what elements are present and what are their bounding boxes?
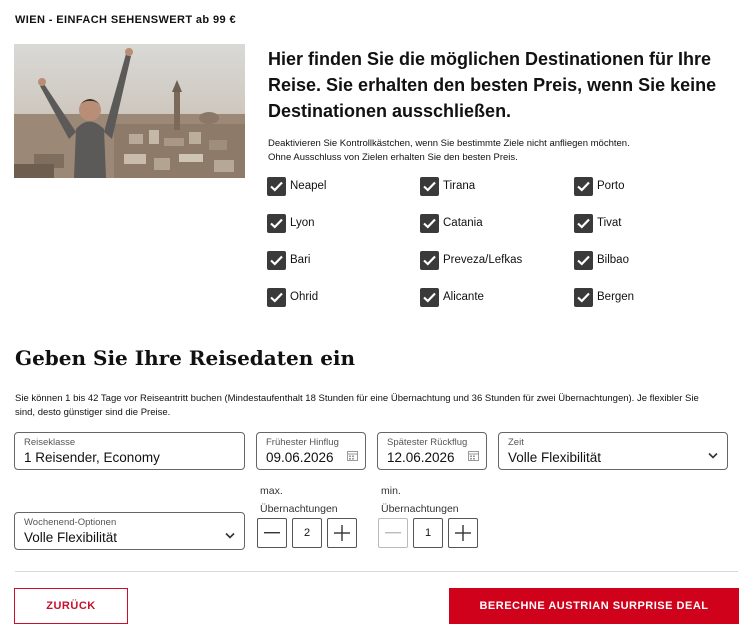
intro-heading: Hier finden Sie die möglichen Destinatio… — [268, 49, 717, 121]
destination-label: Tirana — [443, 180, 476, 192]
wochenend-optionen-select[interactable]: Wochenend-Optionen Volle Flexibilität — [14, 512, 245, 550]
zeit-select[interactable]: Zeit Volle Flexibilität — [498, 432, 728, 470]
intro-description-line2: Ohne Ausschluss von Zielen erhalten Sie … — [268, 152, 518, 163]
checkbox-checked-icon[interactable] — [420, 287, 439, 307]
plus-icon — [455, 525, 471, 541]
divider — [15, 571, 738, 572]
checkbox-checked-icon[interactable] — [420, 176, 439, 196]
chevron-down-icon — [708, 446, 718, 464]
checkbox-checked-icon[interactable] — [420, 213, 439, 233]
intro-description: Deaktivieren Sie Kontrollkästchen, wenn … — [268, 137, 738, 165]
destination-label: Porto — [597, 180, 625, 192]
max-nights-label: max. Übernachtungen — [260, 482, 338, 518]
destination-porto[interactable]: Porto — [574, 176, 625, 196]
destination-label: Bergen — [597, 291, 635, 303]
minus-icon — [385, 532, 401, 534]
zeit-value: Volle Flexibilität — [508, 450, 602, 465]
checkbox-checked-icon[interactable] — [574, 250, 593, 270]
max-nights-label-line1: max. — [260, 485, 283, 497]
max-nights-label-line2: Übernachtungen — [260, 503, 338, 515]
max-nights-increment-button[interactable] — [327, 518, 357, 548]
destination-bari[interactable]: Bari — [267, 250, 310, 270]
rueckflug-date-input[interactable]: Spätester Rückflug 12.06.2026 — [377, 432, 487, 470]
intro-description-line1: Deaktivieren Sie Kontrollkästchen, wenn … — [268, 138, 630, 149]
destination-label: Bilbao — [597, 254, 629, 266]
destination-bilbao[interactable]: Bilbao — [574, 250, 629, 270]
max-nights-decrement-button[interactable] — [257, 518, 287, 548]
min-nights-label-line1: min. — [381, 485, 401, 497]
destination-label: Lyon — [290, 217, 315, 229]
min-nights-label-line2: Übernachtungen — [381, 503, 459, 515]
calendar-icon[interactable] — [347, 448, 358, 466]
zeit-label: Zeit — [508, 437, 524, 448]
hinflug-value: 09.06.2026 — [266, 450, 334, 465]
checkbox-checked-icon[interactable] — [267, 250, 286, 270]
checkbox-checked-icon[interactable] — [267, 213, 286, 233]
rueckflug-value: 12.06.2026 — [387, 450, 455, 465]
min-nights-value[interactable]: 1 — [413, 518, 443, 548]
min-nights-decrement-button[interactable] — [378, 518, 408, 548]
min-nights-label: min. Übernachtungen — [381, 482, 459, 518]
destination-label: Ohrid — [290, 291, 319, 303]
rueckflug-label: Spätester Rückflug — [387, 437, 468, 448]
destination-label: Bari — [290, 254, 311, 266]
destination-tivat[interactable]: Tivat — [574, 213, 622, 233]
min-nights-stepper: 1 — [378, 518, 478, 548]
destination-label: Catania — [443, 217, 483, 229]
reiseklasse-select[interactable]: Reiseklasse 1 Reisender, Economy — [14, 432, 245, 470]
hero-image — [14, 44, 245, 178]
destination-ohrid[interactable]: Ohrid — [267, 287, 318, 307]
max-nights-stepper: 2 — [257, 518, 357, 548]
max-nights-value[interactable]: 2 — [292, 518, 322, 548]
reiseklasse-value: 1 Reisender, Economy — [24, 450, 160, 465]
travel-data-description: Sie können 1 bis 42 Tage vor Reiseantrit… — [15, 393, 699, 418]
destination-label: Neapel — [290, 180, 327, 192]
min-nights-increment-button[interactable] — [448, 518, 478, 548]
calendar-icon[interactable] — [468, 448, 479, 466]
reiseklasse-label: Reiseklasse — [24, 437, 76, 448]
destination-preveza-lefkas[interactable]: Preveza/Lefkas — [420, 250, 522, 270]
checkbox-checked-icon[interactable] — [574, 213, 593, 233]
wochenend-label: Wochenend-Optionen — [24, 517, 117, 528]
back-button[interactable]: ZURÜCK — [14, 588, 128, 624]
checkbox-checked-icon[interactable] — [267, 176, 286, 196]
chevron-down-icon — [225, 526, 235, 544]
minus-icon — [264, 532, 280, 534]
destination-list: Neapel Tirana Porto Lyon Catania Tivat B… — [267, 175, 737, 315]
destination-bergen[interactable]: Bergen — [574, 287, 634, 307]
page-title: WIEN - EINFACH SEHENSWERT ab 99 € — [15, 14, 237, 26]
destination-label: Preveza/Lefkas — [443, 254, 523, 266]
wochenend-value: Volle Flexibilität — [24, 530, 118, 545]
hinflug-date-input[interactable]: Frühester Hinflug 09.06.2026 — [256, 432, 366, 470]
checkbox-checked-icon[interactable] — [420, 250, 439, 270]
destination-label: Tivat — [597, 217, 622, 229]
destination-lyon[interactable]: Lyon — [267, 213, 315, 233]
plus-icon — [334, 525, 350, 541]
checkbox-checked-icon[interactable] — [267, 287, 286, 307]
checkbox-checked-icon[interactable] — [574, 287, 593, 307]
travel-data-heading: Geben Sie Ihre Reisedaten ein — [15, 346, 356, 370]
calculate-deal-button[interactable]: BERECHNE AUSTRIAN SURPRISE DEAL — [449, 588, 739, 624]
hinflug-label: Frühester Hinflug — [266, 437, 339, 448]
checkbox-checked-icon[interactable] — [574, 176, 593, 196]
destination-tirana[interactable]: Tirana — [420, 176, 475, 196]
destination-alicante[interactable]: Alicante — [420, 287, 484, 307]
destination-label: Alicante — [443, 291, 484, 303]
destination-neapel[interactable]: Neapel — [267, 176, 326, 196]
destination-catania[interactable]: Catania — [420, 213, 483, 233]
